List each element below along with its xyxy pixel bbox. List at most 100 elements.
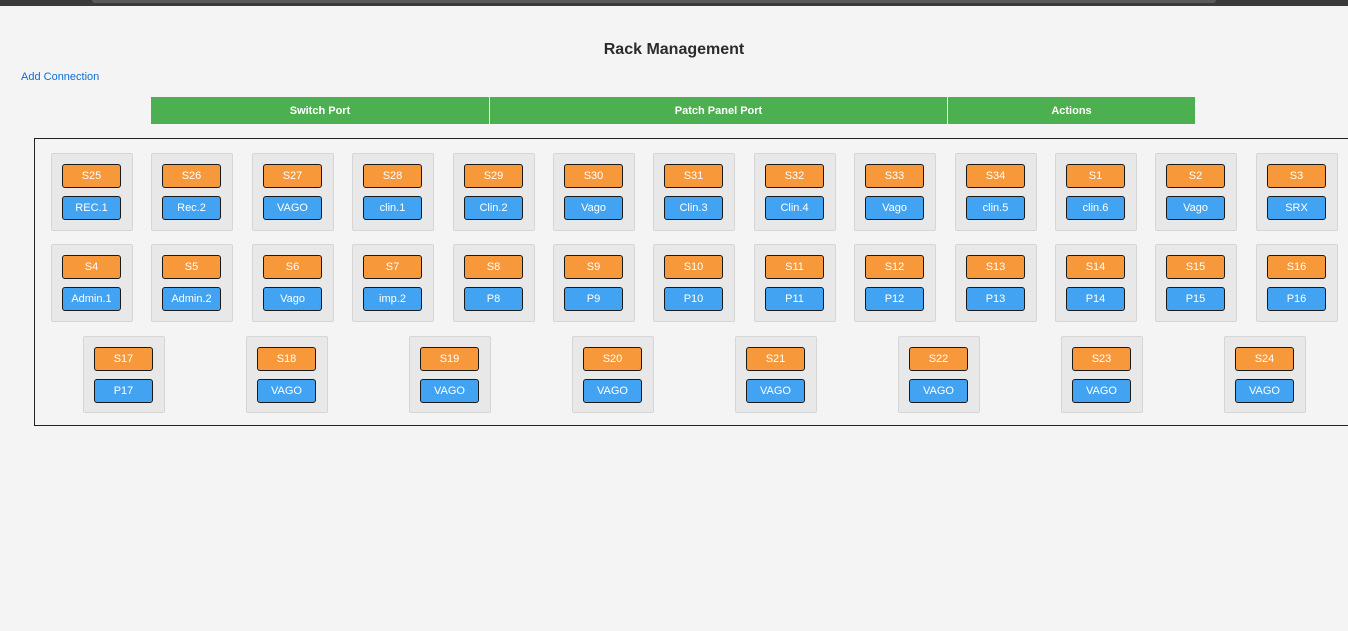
patch-panel-port-button[interactable]: VAGO xyxy=(420,379,479,403)
switch-port-button[interactable]: S6 xyxy=(263,255,322,279)
port-card: S6 Vago xyxy=(252,244,334,322)
patch-panel-port-button[interactable]: REC.1 xyxy=(62,196,121,220)
port-card: S26 Rec.2 xyxy=(151,153,233,231)
table-header: Switch Port Patch Panel Port Actions xyxy=(151,97,1195,124)
port-card: S21 VAGO xyxy=(735,336,817,413)
patch-panel-port-button[interactable]: VAGO xyxy=(263,196,322,220)
patch-panel-port-button[interactable]: P15 xyxy=(1166,287,1225,311)
switch-port-button[interactable]: S33 xyxy=(865,164,924,188)
patch-panel-port-button[interactable]: P9 xyxy=(564,287,623,311)
port-card: S23 VAGO xyxy=(1061,336,1143,413)
patch-panel-port-button[interactable]: Vago xyxy=(1166,196,1225,220)
switch-port-button[interactable]: S25 xyxy=(62,164,121,188)
switch-port-button[interactable]: S5 xyxy=(162,255,221,279)
patch-panel-port-button[interactable]: VAGO xyxy=(746,379,805,403)
switch-port-button[interactable]: S27 xyxy=(263,164,322,188)
switch-port-button[interactable]: S24 xyxy=(1235,347,1294,371)
patch-panel-port-button[interactable]: P17 xyxy=(94,379,153,403)
port-card: S9 P9 xyxy=(553,244,635,322)
patch-panel-port-button[interactable]: clin.5 xyxy=(966,196,1025,220)
patch-panel-port-button[interactable]: VAGO xyxy=(1235,379,1294,403)
port-card: S11 P11 xyxy=(754,244,836,322)
patch-panel-port-button[interactable]: P8 xyxy=(464,287,523,311)
switch-port-button[interactable]: S2 xyxy=(1166,164,1225,188)
port-card: S10 P10 xyxy=(653,244,735,322)
browser-address-bar-edge xyxy=(92,0,1216,3)
patch-panel-port-button[interactable]: Vago xyxy=(865,196,924,220)
switch-port-button[interactable]: S16 xyxy=(1267,255,1326,279)
patch-panel-port-button[interactable]: Rec.2 xyxy=(162,196,221,220)
header-actions: Actions xyxy=(947,97,1195,124)
switch-port-button[interactable]: S28 xyxy=(363,164,422,188)
patch-panel-port-button[interactable]: VAGO xyxy=(583,379,642,403)
switch-port-button[interactable]: S19 xyxy=(420,347,479,371)
patch-panel-port-button[interactable]: Admin.2 xyxy=(162,287,221,311)
patch-panel-port-button[interactable]: clin.1 xyxy=(363,196,422,220)
port-card: S33 Vago xyxy=(854,153,936,231)
patch-panel-port-button[interactable]: Clin.4 xyxy=(765,196,824,220)
port-card: S27 VAGO xyxy=(252,153,334,231)
browser-top-bar xyxy=(0,0,1348,6)
patch-panel-port-button[interactable]: imp.2 xyxy=(363,287,422,311)
switch-port-button[interactable]: S26 xyxy=(162,164,221,188)
port-card: S7 imp.2 xyxy=(352,244,434,322)
switch-port-button[interactable]: S22 xyxy=(909,347,968,371)
port-card: S17 P17 xyxy=(83,336,165,413)
port-card: S30 Vago xyxy=(553,153,635,231)
switch-port-button[interactable]: S20 xyxy=(583,347,642,371)
switch-port-button[interactable]: S21 xyxy=(746,347,805,371)
switch-port-button[interactable]: S8 xyxy=(464,255,523,279)
switch-port-button[interactable]: S3 xyxy=(1267,164,1326,188)
port-card: S20 VAGO xyxy=(572,336,654,413)
port-card: S18 VAGO xyxy=(246,336,328,413)
port-card: S32 Clin.4 xyxy=(754,153,836,231)
patch-panel-port-button[interactable]: P16 xyxy=(1267,287,1326,311)
switch-port-button[interactable]: S13 xyxy=(966,255,1025,279)
switch-port-button[interactable]: S12 xyxy=(865,255,924,279)
switch-port-button[interactable]: S17 xyxy=(94,347,153,371)
patch-panel-port-button[interactable]: VAGO xyxy=(257,379,316,403)
patch-panel-port-button[interactable]: P12 xyxy=(865,287,924,311)
switch-port-button[interactable]: S23 xyxy=(1072,347,1131,371)
switch-port-button[interactable]: S18 xyxy=(257,347,316,371)
switch-port-button[interactable]: S1 xyxy=(1066,164,1125,188)
switch-port-button[interactable]: S10 xyxy=(664,255,723,279)
page-title: Rack Management xyxy=(603,41,745,58)
switch-port-button[interactable]: S9 xyxy=(564,255,623,279)
port-card: S2 Vago xyxy=(1155,153,1237,231)
switch-port-button[interactable]: S34 xyxy=(966,164,1025,188)
switch-port-button[interactable]: S7 xyxy=(363,255,422,279)
patch-panel-port-button[interactable]: P13 xyxy=(966,287,1025,311)
port-card: S16 P16 xyxy=(1256,244,1338,322)
patch-panel-port-button[interactable]: Admin.1 xyxy=(62,287,121,311)
patch-panel-port-button[interactable]: Vago xyxy=(263,287,322,311)
port-card: S19 VAGO xyxy=(409,336,491,413)
port-card: S31 Clin.3 xyxy=(653,153,735,231)
patch-panel-port-button[interactable]: Clin.3 xyxy=(664,196,723,220)
add-connection-link[interactable]: Add Connection xyxy=(21,71,99,83)
port-card: S8 P8 xyxy=(453,244,535,322)
switch-port-button[interactable]: S15 xyxy=(1166,255,1225,279)
port-card: S34 clin.5 xyxy=(955,153,1037,231)
port-card: S13 P13 xyxy=(955,244,1037,322)
patch-panel-port-button[interactable]: VAGO xyxy=(909,379,968,403)
patch-panel-port-button[interactable]: Clin.2 xyxy=(464,196,523,220)
patch-panel-port-button[interactable]: clin.6 xyxy=(1066,196,1125,220)
patch-panel-port-button[interactable]: P14 xyxy=(1066,287,1125,311)
port-card: S1 clin.6 xyxy=(1055,153,1137,231)
switch-port-button[interactable]: S30 xyxy=(564,164,623,188)
patch-panel-port-button[interactable]: VAGO xyxy=(1072,379,1131,403)
switch-port-button[interactable]: S4 xyxy=(62,255,121,279)
switch-port-button[interactable]: S29 xyxy=(464,164,523,188)
switch-port-button[interactable]: S14 xyxy=(1066,255,1125,279)
port-card: S22 VAGO xyxy=(898,336,980,413)
switch-port-button[interactable]: S32 xyxy=(765,164,824,188)
patch-panel-port-button[interactable]: P11 xyxy=(765,287,824,311)
header-patch-panel-port: Patch Panel Port xyxy=(489,97,947,124)
port-card: S24 VAGO xyxy=(1224,336,1306,413)
switch-port-button[interactable]: S11 xyxy=(765,255,824,279)
patch-panel-port-button[interactable]: P10 xyxy=(664,287,723,311)
patch-panel-port-button[interactable]: SRX xyxy=(1267,196,1326,220)
patch-panel-port-button[interactable]: Vago xyxy=(564,196,623,220)
switch-port-button[interactable]: S31 xyxy=(664,164,723,188)
